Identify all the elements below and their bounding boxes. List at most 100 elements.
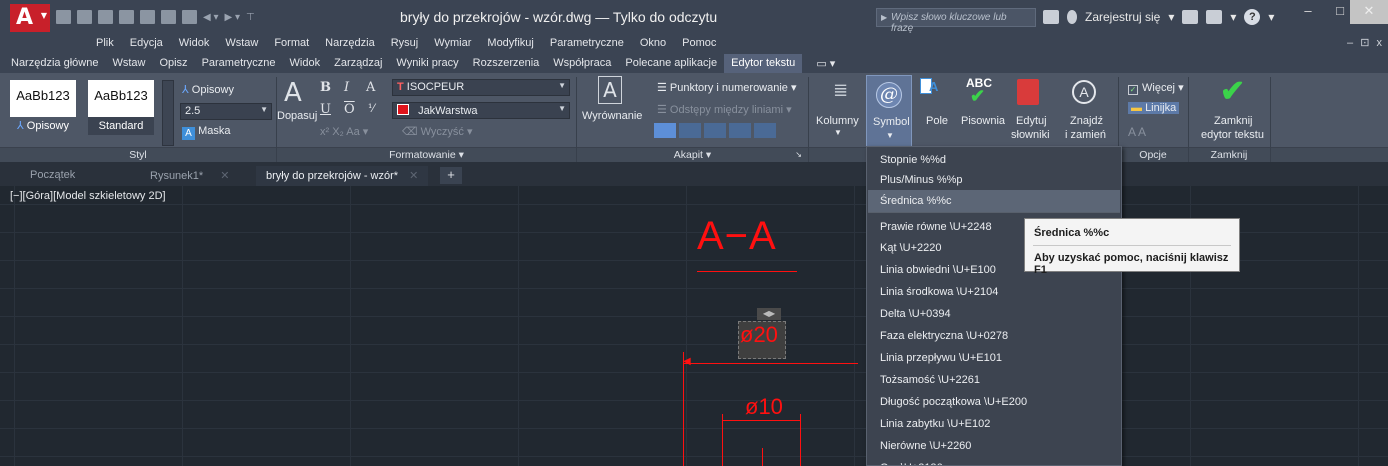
bullets-numbering-button[interactable]: ☰ Punktory i numerowanie ▾ bbox=[657, 81, 797, 94]
print-icon[interactable] bbox=[182, 10, 197, 24]
menu-item-ohm[interactable]: Om \U+2126 bbox=[868, 457, 1120, 465]
spell-check-label[interactable]: Pisownia bbox=[961, 115, 1005, 127]
dimension-text-diameter-10[interactable]: ø10 bbox=[745, 394, 783, 420]
chevron-down-icon[interactable]: ▾ bbox=[1230, 10, 1236, 24]
menu-item-centerline[interactable]: Linia środkowa \U+2104 bbox=[868, 281, 1120, 303]
field-button-label[interactable]: Pole bbox=[926, 115, 948, 127]
menu-parametric[interactable]: Parametryczne bbox=[542, 34, 632, 54]
save-as-icon[interactable] bbox=[119, 10, 134, 24]
text-editor-resize-handle[interactable]: ◀▶ bbox=[757, 308, 781, 320]
close-icon[interactable]: ✕ bbox=[409, 170, 418, 182]
tab-featured-apps[interactable]: Polecane aplikacje bbox=[618, 54, 724, 73]
align-distribute-icon[interactable] bbox=[754, 123, 776, 138]
tab-parametric[interactable]: Parametryczne bbox=[195, 54, 283, 73]
close-editor-label-1[interactable]: Zamknij bbox=[1214, 115, 1253, 127]
dialog-launcher-icon[interactable]: ↘ bbox=[795, 148, 802, 162]
mask-button[interactable]: A Maska bbox=[182, 125, 230, 140]
menu-dimension[interactable]: Wymiar bbox=[426, 34, 479, 54]
chevron-down-icon[interactable]: ▾ bbox=[1268, 10, 1274, 24]
menu-item-delta[interactable]: Delta \U+0394 bbox=[868, 303, 1120, 325]
help-button[interactable]: ? bbox=[1244, 9, 1261, 25]
tab-insert[interactable]: Wstaw bbox=[105, 54, 152, 73]
tab-home[interactable]: Narzędzia główne bbox=[4, 54, 105, 73]
publish-icon[interactable] bbox=[140, 10, 155, 24]
menu-item-flow-line[interactable]: Linia przepływu \U+E101 bbox=[868, 347, 1120, 369]
new-tab-button[interactable]: + bbox=[440, 167, 462, 184]
close-editor-label-2[interactable]: edytor tekstu bbox=[1201, 129, 1264, 141]
menu-item-initial-length[interactable]: Długość początkowa \U+E200 bbox=[868, 391, 1120, 413]
minimize-button[interactable]: – bbox=[1290, 0, 1326, 24]
chevron-down-icon[interactable]: ▼ bbox=[834, 128, 842, 137]
tab-addins[interactable]: Rozszerzenia bbox=[466, 54, 547, 73]
columns-button-label[interactable]: Kolumny bbox=[816, 115, 859, 127]
tab-annotate[interactable]: Opisz bbox=[152, 54, 194, 73]
font-select[interactable]: T ISOCPEUR ▼ bbox=[392, 79, 570, 96]
binoculars-icon[interactable] bbox=[1043, 10, 1059, 24]
open-file-icon[interactable] bbox=[77, 10, 92, 24]
overline-button[interactable]: O bbox=[344, 102, 355, 117]
menu-help[interactable]: Pomoc bbox=[674, 34, 724, 54]
menu-item-plus-minus[interactable]: Plus/Minus %%p bbox=[868, 169, 1120, 191]
edit-dictionaries-label-2[interactable]: słowniki bbox=[1011, 129, 1050, 141]
menu-item-diameter[interactable]: Średnica %%c bbox=[868, 190, 1120, 212]
undo-redo-text-buttons[interactable]: A A bbox=[1128, 125, 1146, 139]
menu-tools[interactable]: Narzędzia bbox=[317, 34, 383, 54]
italic-button[interactable]: I bbox=[344, 80, 349, 95]
menu-draw[interactable]: Rysuj bbox=[383, 34, 427, 54]
superscript-subscript-buttons[interactable]: x² X₂ Aa ▾ bbox=[320, 125, 368, 138]
strikethrough-button[interactable]: A bbox=[366, 80, 375, 95]
more-options-button[interactable]: ✓ Więcej ▾ bbox=[1128, 81, 1184, 95]
align-justify-icon[interactable] bbox=[729, 123, 751, 138]
line-spacing-button[interactable]: ☰ Odstępy między liniami ▾ bbox=[657, 103, 792, 116]
style-gallery-scroll[interactable] bbox=[162, 80, 174, 146]
application-menu-button[interactable]: A ▼ bbox=[10, 4, 50, 32]
tab-view[interactable]: Widok bbox=[283, 54, 328, 73]
close-editor-check-icon[interactable]: ✔ bbox=[1220, 74, 1245, 109]
stack-button[interactable]: ⅟ bbox=[368, 102, 374, 115]
annotative-toggle[interactable]: ⅄ Opisowy bbox=[182, 83, 234, 96]
close-icon[interactable]: ✕ bbox=[220, 170, 229, 182]
customize-dropdown-icon[interactable]: ⊤ bbox=[246, 12, 255, 23]
tab-text-editor[interactable]: Edytor tekstu bbox=[724, 54, 803, 73]
save-icon[interactable] bbox=[98, 10, 113, 24]
align-left-icon[interactable] bbox=[654, 123, 676, 138]
chevron-down-icon[interactable]: ▾ bbox=[1168, 10, 1174, 24]
bold-button[interactable]: B bbox=[320, 80, 331, 95]
tab-manage[interactable]: Zarządzaj bbox=[327, 54, 389, 73]
align-center-icon[interactable] bbox=[679, 123, 701, 138]
text-height-input[interactable]: 2.5 ▼ bbox=[180, 103, 272, 120]
panel-title-formatting[interactable]: Formatowanie ▾ bbox=[277, 148, 576, 162]
tab-output[interactable]: Wyniki pracy bbox=[389, 54, 465, 73]
tab-active-drawing[interactable]: bryły do przekrojów - wzór* ✕ bbox=[256, 166, 429, 186]
close-button[interactable]: ✕ bbox=[1350, 0, 1388, 24]
edit-dictionaries-label-1[interactable]: Edytuj bbox=[1016, 115, 1047, 127]
menu-edit[interactable]: Edycja bbox=[122, 34, 171, 54]
spell-check-icon[interactable]: ABC ✔ bbox=[966, 76, 992, 111]
tab-start[interactable]: Początek bbox=[20, 166, 85, 186]
menu-item-identity[interactable]: Tożsamość \U+2261 bbox=[868, 369, 1120, 391]
viewport-controls-label[interactable]: [−][Góra][Model szkieletowy 2D] bbox=[10, 190, 166, 202]
new-file-icon[interactable] bbox=[56, 10, 71, 24]
underline-button[interactable]: U bbox=[320, 102, 331, 117]
signin-button[interactable]: Zarejestruj się bbox=[1085, 10, 1160, 24]
dimension-text-diameter-20[interactable]: ø20 bbox=[740, 322, 778, 348]
menu-format[interactable]: Format bbox=[266, 34, 317, 54]
clear-formatting-button[interactable]: ⌫ Wyczyść ▾ bbox=[402, 125, 473, 138]
field-icon[interactable]: A bbox=[920, 78, 942, 102]
section-label[interactable]: A−A bbox=[697, 214, 777, 259]
edit-dictionaries-icon[interactable] bbox=[1017, 79, 1039, 105]
ruler-toggle[interactable]: ▬ Linijka bbox=[1128, 102, 1180, 114]
menu-item-not-equal[interactable]: Nierówne \U+2260 bbox=[868, 435, 1120, 457]
document-window-controls[interactable]: – ⊡ x bbox=[1347, 36, 1384, 49]
undo-icon[interactable]: ◀ ▾ bbox=[203, 12, 219, 23]
color-select[interactable]: JakWarstwa ▼ bbox=[392, 102, 570, 119]
menu-item-degrees[interactable]: Stopnie %%d bbox=[868, 149, 1120, 171]
justification-button-label[interactable]: Wyrównanie bbox=[582, 110, 642, 122]
tab-drawing1[interactable]: Rysunek1* ✕ bbox=[140, 166, 239, 186]
justification-icon[interactable]: A bbox=[598, 76, 622, 104]
a360-icon[interactable] bbox=[1206, 10, 1223, 24]
menu-item-monument-line[interactable]: Linia zabytku \U+E102 bbox=[868, 413, 1120, 435]
columns-icon[interactable]: ≣ bbox=[833, 80, 848, 101]
symbol-button[interactable]: @ Symbol ▼ bbox=[866, 75, 912, 147]
menu-file[interactable]: Plik bbox=[88, 34, 122, 54]
